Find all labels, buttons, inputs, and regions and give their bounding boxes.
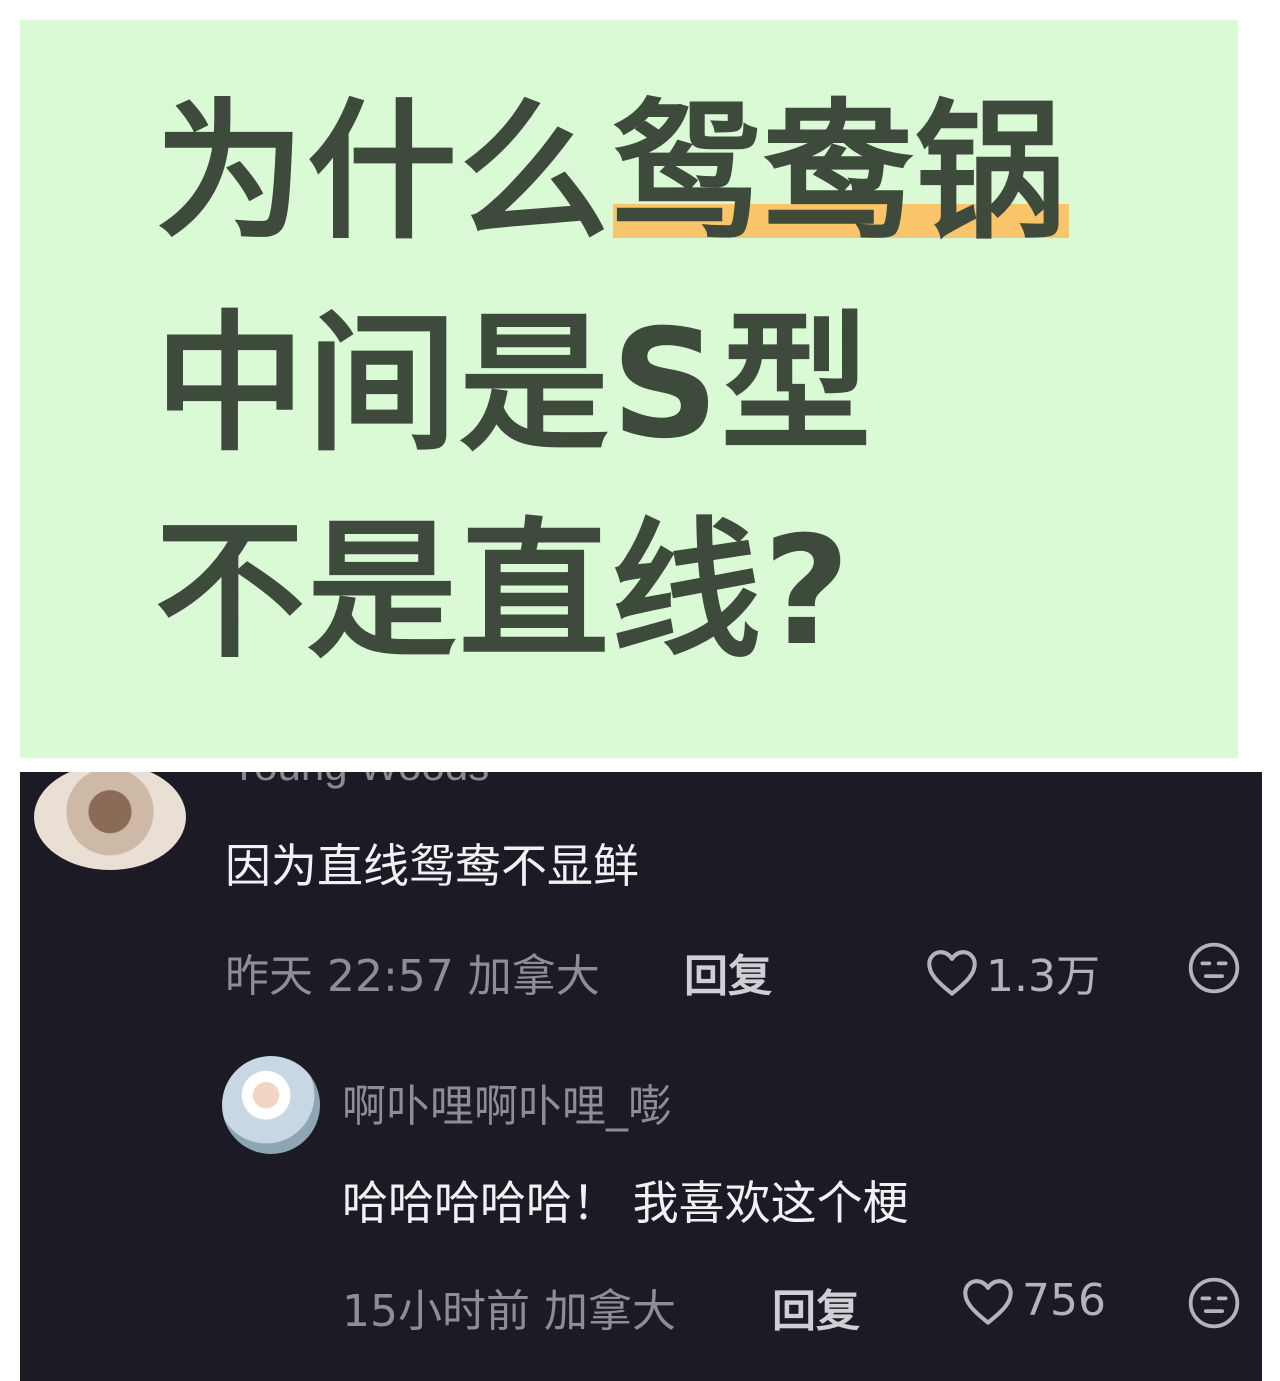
title-line-3: 不是直线? bbox=[155, 505, 853, 679]
avatar[interactable] bbox=[222, 1056, 320, 1154]
cut-off-username: Young Woods bbox=[230, 772, 489, 790]
reply-button[interactable]: 回复 bbox=[684, 940, 772, 1004]
title-line-1: 为什么鸳鸯锅 bbox=[155, 86, 1070, 260]
like-count: 1.3万 bbox=[986, 951, 1100, 1002]
reply-button[interactable]: 回复 bbox=[772, 1275, 860, 1339]
heart-outline-icon bbox=[960, 1276, 1016, 1326]
title-card: 为什么鸳鸯锅 中间是S型 不是直线? bbox=[20, 20, 1238, 758]
reply-username[interactable]: 啊卟哩啊卟哩_嘭 bbox=[342, 1070, 672, 1134]
title-line-2: 中间是S型 bbox=[155, 298, 874, 472]
comment-text: 因为直线鸳鸯不显鲜 bbox=[225, 839, 639, 893]
like-count: 756 bbox=[1022, 1275, 1106, 1326]
title-highlight: 鸳鸯锅 bbox=[611, 86, 1070, 260]
like-button[interactable]: 1.3万 bbox=[924, 940, 1100, 1004]
like-button[interactable]: 756 bbox=[960, 1275, 1106, 1326]
heart-outline-icon bbox=[924, 947, 980, 997]
meh-face-icon[interactable] bbox=[1186, 940, 1242, 996]
comment-section: Young Woods 因为直线鸳鸯不显鲜 昨天 22:57 加拿大 回复 1.… bbox=[20, 772, 1262, 1381]
reply-meta: 15小时前 加拿大 bbox=[342, 1286, 676, 1337]
comment-meta: 昨天 22:57 加拿大 bbox=[225, 951, 600, 1002]
meh-face-icon[interactable] bbox=[1186, 1275, 1242, 1331]
title-prefix: 为什么 bbox=[155, 86, 612, 260]
reply-text: 哈哈哈哈哈！ 我喜欢这个梗 bbox=[342, 1176, 909, 1230]
avatar[interactable] bbox=[34, 772, 186, 870]
